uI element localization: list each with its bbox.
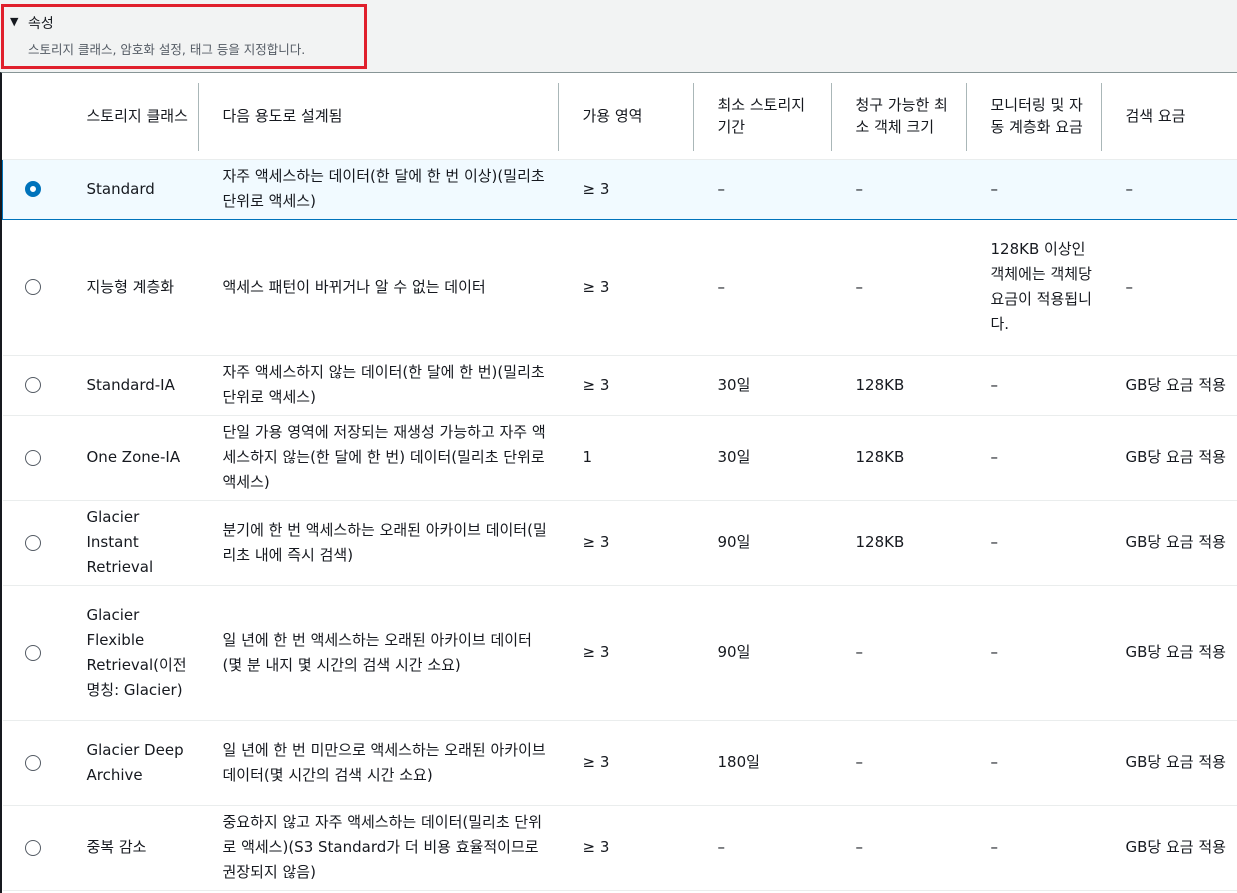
min-size-cell: –: [831, 585, 967, 721]
retrieval-fee-cell: GB당 요금 적용: [1101, 355, 1237, 416]
designed-for-cell: 일 년에 한 번 미만으로 액세스하는 오래된 아카이브 데이터(몇 시간의 검…: [198, 720, 559, 806]
min-size-cell: –: [831, 219, 967, 356]
availability-zones-cell: ≥ 3: [558, 720, 694, 806]
storage-class-radio[interactable]: [24, 839, 41, 856]
retrieval-fee-cell: –: [1101, 219, 1237, 356]
radio-cell: [2, 720, 63, 806]
header-designed-for: 다음 용도로 설계됨: [198, 73, 559, 160]
min-duration-cell: 180일: [693, 720, 832, 806]
properties-title[interactable]: 속성: [28, 13, 54, 33]
header-min-billable-size: 청구 가능한 최소 객체 크기: [831, 73, 967, 160]
designed-for-cell: 자주 액세스하는 데이터(한 달에 한 번 이상)(밀리초 단위로 액세스): [198, 158, 559, 220]
table-row[interactable]: Glacier Instant Retrieval 분기에 한 번 액세스하는 오…: [2, 500, 1237, 586]
min-duration-cell: –: [693, 158, 832, 220]
radio-cell: [2, 805, 63, 891]
monitoring-fee-cell: –: [966, 355, 1102, 416]
properties-section-header: ▼ 속성 스토리지 클래스, 암호화 설정, 태그 등을 지정합니다.: [0, 0, 1237, 72]
table-row[interactable]: One Zone-IA 단일 가용 영역에 저장되는 재생성 가능하고 자주 액세…: [2, 415, 1237, 501]
monitoring-fee-cell: –: [966, 585, 1102, 721]
table-header-row: 스토리지 클래스 다음 용도로 설계됨 가용 영역 최소 스토리지 기간 청구 …: [2, 73, 1237, 160]
radio-cell: [2, 158, 63, 220]
min-duration-cell: 90일: [693, 500, 832, 586]
storage-class-cell: Glacier Instant Retrieval: [62, 500, 199, 586]
table-row[interactable]: Standard-IA 자주 액세스하지 않는 데이터(한 달에 한 번)(밀리초…: [2, 355, 1237, 416]
storage-class-cell: Standard-IA: [62, 355, 199, 416]
min-duration-cell: 90일: [693, 585, 832, 721]
designed-for-cell: 액세스 패턴이 바뀌거나 알 수 없는 데이터: [198, 219, 559, 356]
min-size-cell: –: [831, 805, 967, 891]
table-row[interactable]: Standard 자주 액세스하는 데이터(한 달에 한 번 이상)(밀리초 단위…: [2, 158, 1237, 220]
availability-zones-cell: 1: [558, 415, 694, 501]
availability-zones-cell: ≥ 3: [558, 500, 694, 586]
availability-zones-cell: ≥ 3: [558, 585, 694, 721]
storage-class-radio[interactable]: [24, 754, 41, 771]
radio-cell: [2, 415, 63, 501]
table-row[interactable]: 중복 감소 중요하지 않고 자주 액세스하는 데이터(밀리초 단위로 액세스)(S…: [2, 805, 1237, 891]
storage-class-cell: One Zone-IA: [62, 415, 199, 501]
radio-cell: [2, 219, 63, 356]
min-size-cell: 128KB: [831, 415, 967, 501]
storage-class-table: 스토리지 클래스 다음 용도로 설계됨 가용 영역 최소 스토리지 기간 청구 …: [0, 72, 1237, 893]
min-size-cell: 128KB: [831, 500, 967, 586]
header-storage-class: 스토리지 클래스: [62, 73, 199, 160]
storage-class-radio[interactable]: [24, 449, 41, 466]
retrieval-fee-cell: GB당 요금 적용: [1101, 585, 1237, 721]
header-retrieval-fees: 검색 요금: [1101, 73, 1237, 160]
min-duration-cell: –: [693, 219, 832, 356]
min-duration-cell: 30일: [693, 355, 832, 416]
radio-cell: [2, 500, 63, 586]
designed-for-cell: 분기에 한 번 액세스하는 오래된 아카이브 데이터(밀리초 내에 즉시 검색): [198, 500, 559, 586]
storage-class-radio[interactable]: [24, 279, 41, 295]
radio-cell: [2, 355, 63, 416]
availability-zones-cell: ≥ 3: [558, 219, 694, 356]
designed-for-cell: 단일 가용 영역에 저장되는 재생성 가능하고 자주 액세스하지 않는(한 달에…: [198, 415, 559, 501]
storage-class-radio[interactable]: [24, 181, 41, 197]
monitoring-fee-cell: –: [966, 158, 1102, 220]
monitoring-fee-cell: 128KB 이상인 객체에는 객체당 요금이 적용됩니다.: [966, 219, 1102, 356]
min-size-cell: –: [831, 720, 967, 806]
table-row[interactable]: 지능형 계층화 액세스 패턴이 바뀌거나 알 수 없는 데이터 ≥ 3– –128KB…: [2, 219, 1237, 356]
min-size-cell: –: [831, 158, 967, 220]
monitoring-fee-cell: –: [966, 500, 1102, 586]
properties-description: 스토리지 클래스, 암호화 설정, 태그 등을 지정합니다.: [28, 42, 306, 57]
min-size-cell: 128KB: [831, 355, 967, 416]
storage-class-radio[interactable]: [24, 644, 41, 661]
storage-class-cell: Glacier Deep Archive: [62, 720, 199, 806]
radio-cell: [2, 585, 63, 721]
retrieval-fee-cell: GB당 요금 적용: [1101, 415, 1237, 501]
table-row[interactable]: Glacier Flexible Retrieval(이전 명칭: Glacie…: [2, 585, 1237, 721]
monitoring-fee-cell: –: [966, 805, 1102, 891]
designed-for-cell: 중요하지 않고 자주 액세스하는 데이터(밀리초 단위로 액세스)(S3 Sta…: [198, 805, 559, 891]
caret-down-icon[interactable]: ▼: [10, 15, 18, 28]
properties-highlight-box: ▼ 속성 스토리지 클래스, 암호화 설정, 태그 등을 지정합니다.: [1, 4, 367, 69]
monitoring-fee-cell: –: [966, 415, 1102, 501]
storage-class-cell: Glacier Flexible Retrieval(이전 명칭: Glacie…: [62, 585, 199, 721]
retrieval-fee-cell: GB당 요금 적용: [1101, 720, 1237, 806]
header-monitoring-fees: 모니터링 및 자동 계층화 요금: [966, 73, 1102, 160]
storage-class-cell: Standard: [62, 158, 199, 220]
retrieval-fee-cell: –: [1101, 158, 1237, 220]
table-row[interactable]: Glacier Deep Archive 일 년에 한 번 미만으로 액세스하는 …: [2, 720, 1237, 806]
storage-class-radio[interactable]: [24, 534, 41, 551]
header-availability-zones: 가용 영역: [558, 73, 694, 160]
min-duration-cell: 30일: [693, 415, 832, 501]
storage-class-cell: 지능형 계층화: [62, 219, 199, 356]
storage-class-radio[interactable]: [24, 377, 41, 393]
monitoring-fee-cell: –: [966, 720, 1102, 806]
availability-zones-cell: ≥ 3: [558, 355, 694, 416]
retrieval-fee-cell: GB당 요금 적용: [1101, 500, 1237, 586]
header-select: [2, 73, 63, 160]
designed-for-cell: 일 년에 한 번 액세스하는 오래된 아카이브 데이터(몇 분 내지 몇 시간의…: [198, 585, 559, 721]
min-duration-cell: –: [693, 805, 832, 891]
availability-zones-cell: ≥ 3: [558, 158, 694, 220]
designed-for-cell: 자주 액세스하지 않는 데이터(한 달에 한 번)(밀리초 단위로 액세스): [198, 355, 559, 416]
header-min-storage-duration: 최소 스토리지 기간: [693, 73, 832, 160]
storage-class-cell: 중복 감소: [62, 805, 199, 891]
retrieval-fee-cell: GB당 요금 적용: [1101, 805, 1237, 891]
availability-zones-cell: ≥ 3: [558, 805, 694, 891]
